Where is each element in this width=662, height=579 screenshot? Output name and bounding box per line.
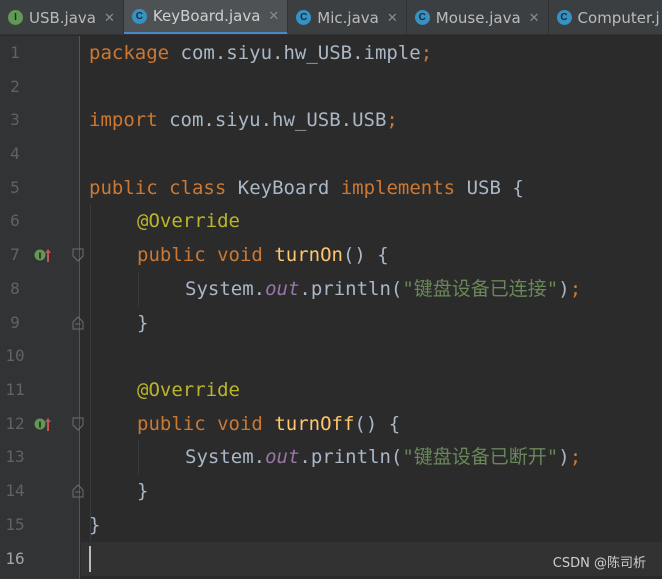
class-icon: C bbox=[414, 10, 430, 25]
keyword: package bbox=[89, 42, 170, 64]
line-number: 1 bbox=[10, 43, 20, 62]
class-icon: C bbox=[131, 8, 147, 24]
indent-guide bbox=[90, 204, 91, 541]
code-line: public void turnOn() { bbox=[137, 238, 389, 272]
code-area[interactable]: package com.siyu.hw_USB.imple; import co… bbox=[81, 36, 662, 579]
tab-computer-java[interactable]: C Computer.j bbox=[549, 0, 662, 34]
line-number: 12 bbox=[5, 414, 25, 433]
code-line: } bbox=[137, 474, 148, 508]
line-number-current: 16 bbox=[5, 549, 25, 568]
text-caret bbox=[89, 546, 91, 572]
close-icon[interactable]: ✕ bbox=[268, 8, 279, 24]
watermark: CSDN @陈司析 bbox=[552, 556, 646, 571]
semicolon: ; bbox=[569, 446, 582, 468]
class-ref: System. bbox=[185, 278, 266, 300]
tab-label: USB.java bbox=[29, 8, 96, 27]
parens: () bbox=[342, 244, 366, 266]
code-line: import com.siyu.hw_USB.USB; bbox=[89, 103, 398, 137]
code-line: } bbox=[137, 306, 148, 340]
line-number: 8 bbox=[10, 279, 20, 298]
keyword: public bbox=[89, 177, 158, 199]
svg-text:I: I bbox=[39, 421, 42, 430]
line-number-gutter: 1 2 3 4 5 6 7 8 9 10 11 12 13 14 15 16 I… bbox=[0, 36, 84, 579]
code-line: @Override bbox=[137, 204, 240, 238]
import-name: com.siyu.hw_USB.USB bbox=[157, 109, 387, 131]
line-number: 11 bbox=[5, 380, 25, 399]
interface-name: USB bbox=[466, 177, 501, 199]
method-name: turnOn bbox=[274, 244, 343, 266]
code-line: System.out.println("键盘设备已连接"); bbox=[185, 272, 581, 306]
tab-mouse-java[interactable]: C Mouse.java ✕ bbox=[407, 0, 549, 34]
brace: { bbox=[512, 177, 524, 199]
line-number: 7 bbox=[10, 245, 20, 264]
editor-tab-bar: I USB.java ✕ C KeyBoard.java ✕ C Mic.jav… bbox=[0, 0, 662, 35]
line-number: 3 bbox=[10, 110, 20, 129]
keyword: void bbox=[217, 244, 263, 266]
brace: { bbox=[377, 244, 389, 266]
keyword: public bbox=[137, 244, 206, 266]
code-editor[interactable]: 1 2 3 4 5 6 7 8 9 10 11 12 13 14 15 16 I… bbox=[0, 36, 662, 579]
tab-usb-java[interactable]: I USB.java ✕ bbox=[0, 0, 124, 34]
class-ref: System. bbox=[185, 446, 266, 468]
code-line: public class KeyBoard implements USB { bbox=[89, 171, 524, 205]
keyword: import bbox=[89, 109, 158, 131]
class-icon: C bbox=[556, 10, 572, 25]
interface-icon: I bbox=[8, 10, 23, 25]
code-line: public void turnOff() { bbox=[137, 407, 400, 441]
line-number: 15 bbox=[5, 515, 25, 534]
string-literal: "键盘设备已连接" bbox=[402, 278, 559, 300]
tab-label: Computer.j bbox=[577, 8, 660, 27]
close-icon[interactable]: ✕ bbox=[387, 10, 398, 26]
code-line: @Override bbox=[137, 373, 240, 407]
method-call: .println( bbox=[299, 278, 403, 300]
string-literal: "键盘设备已断开" bbox=[402, 446, 559, 468]
line-number: 14 bbox=[5, 481, 25, 500]
paren: ) bbox=[558, 446, 570, 468]
method-name: turnOff bbox=[274, 413, 355, 435]
line-number: 6 bbox=[10, 211, 20, 230]
paren: ) bbox=[558, 278, 570, 300]
implements-method-icon[interactable]: I bbox=[34, 246, 52, 264]
indent-guide bbox=[138, 440, 139, 474]
keyword: implements bbox=[340, 177, 456, 199]
keyword: void bbox=[217, 413, 263, 435]
annotation: @Override bbox=[137, 210, 240, 232]
brace: { bbox=[388, 413, 401, 435]
line-number: 2 bbox=[10, 77, 20, 96]
close-icon[interactable]: ✕ bbox=[529, 10, 540, 26]
method-call: .println( bbox=[299, 446, 403, 468]
static-field: out bbox=[265, 446, 300, 468]
line-number: 5 bbox=[10, 178, 20, 197]
line-number: 4 bbox=[10, 144, 20, 163]
tab-keyboard-java[interactable]: C KeyBoard.java ✕ bbox=[123, 0, 289, 34]
brace: } bbox=[137, 480, 149, 502]
semicolon: ; bbox=[569, 278, 582, 300]
implements-method-icon[interactable]: I bbox=[34, 415, 52, 433]
tab-mic-java[interactable]: C Mic.java ✕ bbox=[288, 0, 407, 34]
static-field: out bbox=[265, 278, 300, 300]
close-icon[interactable]: ✕ bbox=[104, 10, 115, 26]
keyword: public bbox=[137, 413, 206, 435]
line-number: 9 bbox=[10, 313, 20, 332]
code-line: } bbox=[89, 508, 100, 542]
brace: } bbox=[89, 514, 101, 536]
tab-label: Mouse.java bbox=[435, 8, 521, 27]
indent-guide bbox=[138, 272, 139, 306]
tab-label: KeyBoard.java bbox=[152, 7, 261, 25]
code-line: package com.siyu.hw_USB.imple; bbox=[89, 36, 432, 70]
brace: } bbox=[137, 312, 149, 334]
svg-text:I: I bbox=[39, 252, 42, 261]
annotation: @Override bbox=[137, 379, 240, 401]
keyword: class bbox=[169, 177, 227, 199]
semicolon: ; bbox=[420, 42, 433, 64]
class-name: KeyBoard bbox=[237, 177, 330, 199]
line-number: 10 bbox=[5, 346, 25, 365]
tab-label: Mic.java bbox=[317, 8, 379, 27]
semicolon: ; bbox=[386, 109, 398, 131]
parens: () bbox=[354, 413, 378, 435]
line-number: 13 bbox=[5, 447, 25, 466]
class-icon: C bbox=[296, 10, 312, 25]
package-name: com.siyu.hw_USB.imple bbox=[169, 42, 421, 64]
code-line: System.out.println("键盘设备已断开"); bbox=[185, 440, 581, 474]
